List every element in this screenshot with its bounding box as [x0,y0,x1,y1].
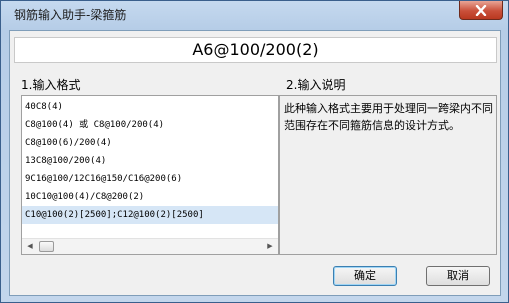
rebar-input-field[interactable]: A6@100/200(2) [14,37,497,63]
horizontal-scrollbar[interactable]: ◀ ▶ [22,238,278,254]
close-button[interactable] [459,1,503,20]
list-item[interactable]: 40C8(4) [22,98,278,116]
list-item[interactable]: 10C10@100(4)/C8@200(2) [22,188,278,206]
list-item[interactable]: 9C16@100/12C16@150/C16@200(6) [22,170,278,188]
scroll-left-button[interactable]: ◀ [22,239,38,254]
scroll-right-button[interactable]: ▶ [262,239,278,254]
list-item[interactable]: C10@100(2)[2500];C12@100(2)[2500] [22,206,278,224]
title-bar[interactable]: 钢筋输入助手-梁箍筋 [1,1,508,31]
description-box: 此种输入格式主要用于处理同一跨梁内不同范围存在不同箍筋信息的设计方式。 [279,95,497,255]
close-icon [475,4,487,16]
format-list[interactable]: 40C8(4) C8@100(4) 或 C8@100/200(4) C8@100(6… [21,95,279,255]
list-item[interactable]: C8@100(4) 或 C8@100/200(4) [22,116,278,134]
window-title: 钢筋输入助手-梁箍筋 [14,8,127,22]
format-section-label: 1.输入格式 [21,78,81,92]
dialog-body: A6@100/200(2) 1.输入格式 2.输入说明 40C8(4) C8@10… [9,30,501,296]
arrow-left-icon: ◀ [27,242,33,250]
cancel-button[interactable]: 取消 [426,266,490,286]
list-item[interactable]: C8@100(6)/200(4) [22,134,278,152]
description-text: 此种输入格式主要用于处理同一跨梁内不同范围存在不同箍筋信息的设计方式。 [284,102,493,132]
arrow-right-icon: ▶ [267,242,273,250]
dialog-window: 钢筋输入助手-梁箍筋 A6@100/200(2) 1.输入格式 2.输入说明 4… [0,0,509,303]
scroll-thumb[interactable] [39,241,54,252]
description-section-label: 2.输入说明 [286,78,346,92]
format-list-items: 40C8(4) C8@100(4) 或 C8@100/200(4) C8@100(6… [22,98,278,224]
list-item[interactable]: 13C8@100/200(4) [22,152,278,170]
ok-button[interactable]: 确定 [333,266,397,286]
